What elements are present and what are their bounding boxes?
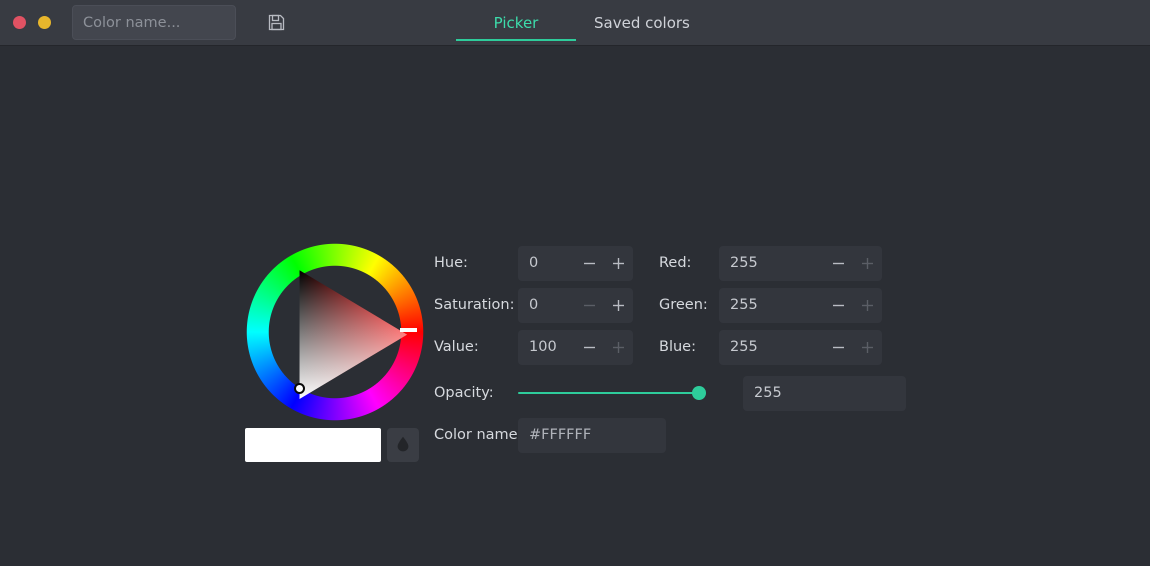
saturation-decrement-button[interactable] (575, 288, 604, 323)
hue-field[interactable]: 0 (518, 246, 633, 281)
blue-increment-button[interactable] (853, 330, 882, 365)
window-controls (0, 16, 51, 29)
opacity-slider[interactable] (518, 383, 706, 403)
numeric-fields-grid: Hue: 0 Red: 255 (434, 242, 884, 368)
saturation-value-triangle[interactable] (297, 268, 409, 401)
color-name-title-input[interactable] (72, 5, 236, 40)
triangle-selector-marker[interactable] (294, 383, 305, 394)
value-field[interactable]: 100 (518, 330, 633, 365)
tab-saved-colors[interactable]: Saved colors (576, 0, 708, 46)
value-fields: Hue: 0 Red: 255 (434, 242, 884, 368)
save-button[interactable] (261, 8, 291, 38)
blue-field[interactable]: 255 (719, 330, 882, 365)
tab-bar: Picker Saved colors (456, 0, 708, 46)
tab-saved-colors-label: Saved colors (594, 14, 690, 32)
eyedropper-button[interactable] (387, 428, 419, 462)
opacity-row: Opacity: 255 (434, 372, 908, 414)
saturation-label: Saturation: (434, 297, 518, 313)
red-increment-button[interactable] (853, 246, 882, 281)
minimize-window-button[interactable] (38, 16, 51, 29)
blue-decrement-button[interactable] (824, 330, 853, 365)
opacity-label: Opacity: (434, 385, 518, 401)
hue-decrement-button[interactable] (575, 246, 604, 281)
preview-row (245, 428, 419, 462)
red-field[interactable]: 255 (719, 246, 882, 281)
green-increment-button[interactable] (853, 288, 882, 323)
red-value: 255 (719, 255, 824, 271)
close-window-button[interactable] (13, 16, 26, 29)
green-decrement-button[interactable] (824, 288, 853, 323)
red-decrement-button[interactable] (824, 246, 853, 281)
tab-picker-label: Picker (494, 14, 539, 32)
blue-label: Blue: (635, 339, 719, 355)
opacity-slider-track (518, 392, 706, 394)
color-picker-window: Picker Saved colors (0, 0, 1150, 566)
color-preview-swatch[interactable] (245, 428, 381, 462)
blue-value: 255 (719, 339, 824, 355)
value-value: 100 (518, 339, 575, 355)
value-label: Value: (434, 339, 518, 355)
color-name-field[interactable]: #FFFFFF (518, 418, 666, 453)
opacity-slider-knob[interactable] (692, 386, 706, 400)
color-name-value: #FFFFFF (529, 427, 591, 443)
color-name-label: Color name: (434, 427, 518, 443)
green-label: Green: (635, 297, 719, 313)
hue-value: 0 (518, 255, 575, 271)
saturation-value: 0 (518, 297, 575, 313)
save-disk-icon (268, 14, 285, 31)
hue-label: Hue: (434, 255, 518, 271)
green-value: 255 (719, 297, 824, 313)
picker-panel: Hue: 0 Red: 255 (0, 46, 1150, 566)
tab-picker[interactable]: Picker (456, 0, 576, 46)
green-field[interactable]: 255 (719, 288, 882, 323)
color-name-row: Color name: #FFFFFF (434, 414, 666, 456)
opacity-field[interactable]: 255 (743, 376, 906, 411)
saturation-increment-button[interactable] (604, 288, 633, 323)
opacity-value: 255 (754, 385, 782, 401)
color-wheel[interactable] (245, 242, 425, 422)
eyedropper-droplet-icon (397, 436, 409, 455)
hue-increment-button[interactable] (604, 246, 633, 281)
hue-ring-marker[interactable] (400, 328, 417, 332)
saturation-field[interactable]: 0 (518, 288, 633, 323)
color-wheel-column (245, 242, 425, 422)
value-increment-button[interactable] (604, 330, 633, 365)
value-decrement-button[interactable] (575, 330, 604, 365)
titlebar: Picker Saved colors (0, 0, 1150, 46)
red-label: Red: (635, 255, 719, 271)
